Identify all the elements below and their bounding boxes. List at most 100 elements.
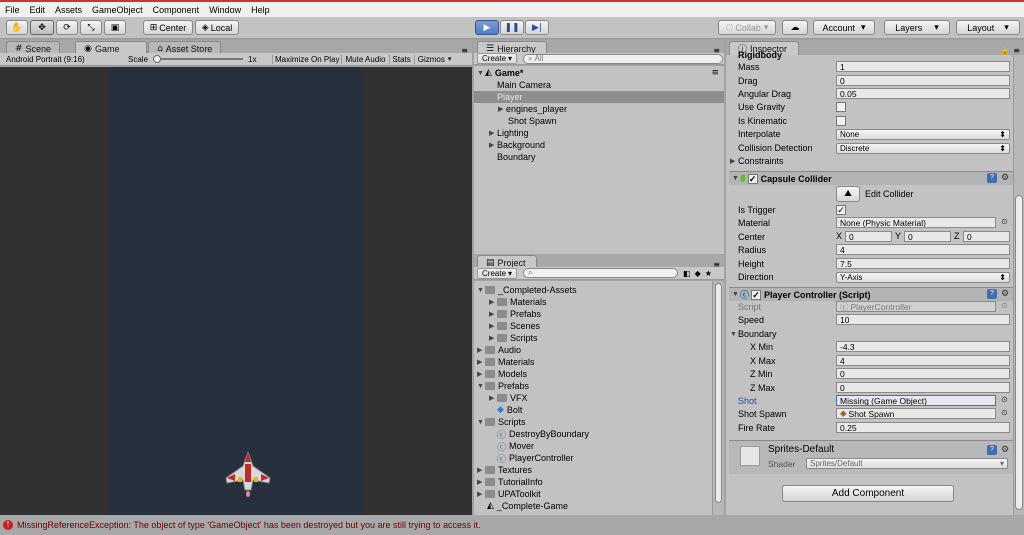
project-search-input[interactable]: ⌕ (523, 268, 679, 278)
layout-dropdown[interactable]: Layout ▾ (956, 20, 1020, 35)
project-folder-scripts-root[interactable]: ▼ Scripts (477, 416, 526, 428)
hierarchy-item-boundary[interactable]: Boundary (497, 151, 536, 163)
object-picker-icon[interactable]: ⊙ (1001, 217, 1008, 226)
hierarchy-item-engines-player[interactable]: ▶ engines_player (498, 103, 567, 115)
hierarchy-item-main-camera[interactable]: Main Camera (497, 79, 551, 91)
gizmos-dropdown[interactable]: Gizmos (413, 54, 448, 64)
project-folder-materials[interactable]: ▶ Materials (489, 296, 547, 308)
project-folder-vfx[interactable]: ▶ VFX (489, 392, 528, 404)
shader-dropdown[interactable]: Sprites/Default ▾ (806, 458, 1008, 469)
project-folder-audio[interactable]: ▶ Audio (477, 344, 521, 356)
object-picker-icon[interactable]: ⊙ (1001, 408, 1008, 417)
project-folder-scenes[interactable]: ▶ Scenes (489, 320, 540, 332)
menu-edit[interactable]: Edit (25, 5, 51, 15)
menu-help[interactable]: Help (246, 5, 275, 15)
project-folder-models[interactable]: ▶ Models (477, 368, 527, 380)
game-viewport[interactable] (0, 67, 472, 515)
status-bar[interactable]: ! MissingReferenceException: The object … (0, 515, 1024, 535)
project-scene-complete-game[interactable]: ◭ _Complete-Game (487, 500, 568, 512)
step-button[interactable]: ▶| (525, 20, 549, 35)
project-create-dropdown[interactable]: Create ▾ (477, 267, 518, 279)
pivot-center-button[interactable]: ⊞ Center (143, 20, 193, 35)
project-folder-tutorialinfo[interactable]: ▶ TutorialInfo (477, 476, 543, 488)
project-folder-textures[interactable]: ▶ Textures (477, 464, 532, 476)
add-component-button[interactable]: Add Component (782, 485, 954, 502)
hierarchy-item-player[interactable]: Player (474, 91, 724, 103)
project-script-mover[interactable]: ⓒ Mover (497, 440, 534, 453)
edit-collider-button[interactable]: ⛰ (836, 186, 860, 202)
zmin-field[interactable]: 0 (836, 368, 1010, 379)
filter-type-icon[interactable]: ◧ (683, 269, 691, 278)
is-kinematic-checkbox[interactable] (836, 116, 846, 126)
hierarchy-item-background[interactable]: ▶ Background (489, 139, 545, 151)
filter-label-icon[interactable]: ◆ (695, 269, 701, 278)
project-folder-prefabs-root[interactable]: ▼ Prefabs (477, 380, 529, 392)
menu-assets[interactable]: Assets (50, 5, 87, 15)
maximize-on-play-toggle[interactable]: Maximize On Play (272, 54, 341, 64)
pivot-local-button[interactable]: ◈ Local (195, 20, 239, 35)
xmin-field[interactable]: -4.3 (836, 341, 1010, 352)
constraints-foldout[interactable]: ▶ Constraints (730, 155, 784, 167)
pause-button[interactable]: ❚❚ (500, 20, 524, 35)
project-scrollbar[interactable] (712, 281, 724, 515)
lock-icon[interactable]: 🔒 (1000, 46, 1010, 55)
shot-spawn-field[interactable]: ◆ Shot Spawn (836, 408, 996, 419)
rotate-tool-button[interactable]: ⟳ (56, 20, 78, 35)
mass-field[interactable]: 1 (836, 61, 1010, 72)
collapse-arrow-icon[interactable]: ▶ (489, 129, 497, 137)
center-x-field[interactable]: 0 (845, 231, 892, 242)
rect-tool-button[interactable]: ▣ (104, 20, 126, 35)
zmax-field[interactable]: 0 (836, 382, 1010, 393)
project-folder-materials-root[interactable]: ▶ Materials (477, 356, 535, 368)
inspector-menu-icon[interactable]: ≡ (1013, 46, 1020, 55)
collapse-arrow-icon[interactable]: ▶ (498, 105, 506, 113)
center-y-field[interactable]: 0 (904, 231, 951, 242)
hierarchy-item-shot-spawn[interactable]: Shot Spawn (508, 115, 557, 127)
menu-window[interactable]: Window (204, 5, 246, 15)
inspector-scrollbar-thumb[interactable] (1015, 195, 1023, 510)
hierarchy-create-dropdown[interactable]: Create ▾ (477, 53, 518, 64)
hierarchy-item-lighting[interactable]: ▶ Lighting (489, 127, 529, 139)
gear-icon[interactable]: ⚙ (1001, 172, 1009, 183)
play-button[interactable]: ▶ (475, 20, 499, 35)
favorite-star-icon[interactable]: ★ (705, 269, 712, 278)
object-picker-icon[interactable]: ⊙ (1001, 395, 1008, 404)
capsule-collider-header[interactable]: ▼ ⬮ ✓ Capsule Collider (729, 171, 1013, 185)
project-script-playercontroller[interactable]: ⓒ PlayerController (497, 452, 574, 465)
collision-detection-dropdown[interactable]: Discrete ⬍ (836, 143, 1010, 154)
interpolate-dropdown[interactable]: None ⬍ (836, 129, 1010, 140)
direction-dropdown[interactable]: Y-Axis ⬍ (836, 272, 1010, 283)
scene-root-row[interactable]: ▼ ◭ Game* ≡ (477, 67, 723, 79)
hierarchy-search-input[interactable]: ⌕ All (523, 53, 724, 64)
project-script-destroybyboundary[interactable]: ⓒ DestroyByBoundary (497, 428, 589, 441)
player-controller-header[interactable]: ▼ ⓒ ✓ Player Controller (Script) (729, 287, 1013, 301)
scene-menu-icon[interactable]: ≡ (711, 68, 719, 78)
scale-slider[interactable] (153, 55, 244, 63)
drag-field[interactable]: 0 (836, 75, 1010, 86)
hand-tool-button[interactable]: ✋ (6, 20, 28, 35)
help-icon[interactable]: ? (987, 445, 997, 455)
collapse-arrow-icon[interactable]: ▶ (489, 141, 497, 149)
gear-icon[interactable]: ⚙ (1001, 444, 1009, 455)
radius-field[interactable]: 4 (836, 244, 1010, 255)
scale-slider-thumb[interactable] (153, 55, 162, 63)
inspector-scrollbar[interactable] (1013, 55, 1024, 515)
player-controller-enabled-checkbox[interactable]: ✓ (751, 289, 762, 300)
project-prefab-bolt[interactable]: ◆ Bolt (497, 404, 522, 416)
menu-file[interactable]: File (0, 5, 25, 15)
mute-audio-toggle[interactable]: Mute Audio (341, 54, 388, 64)
layers-dropdown[interactable]: Layers ▾ (884, 20, 950, 35)
project-scrollbar-thumb[interactable] (715, 283, 722, 503)
cloud-button[interactable]: ☁ (782, 20, 808, 35)
shot-field[interactable]: Missing (Game Object) (836, 395, 996, 406)
angular-drag-field[interactable]: 0.05 (836, 88, 1010, 99)
project-folder-scripts[interactable]: ▶ Scripts (489, 332, 538, 344)
fire-rate-field[interactable]: 0.25 (836, 422, 1010, 433)
help-icon[interactable]: ? (987, 289, 997, 299)
collab-button[interactable]: ◌ Collab ▾ (718, 20, 776, 35)
menu-component[interactable]: Component (148, 5, 205, 15)
use-gravity-checkbox[interactable] (836, 102, 846, 112)
account-dropdown[interactable]: Account ▾ (813, 20, 875, 35)
gear-icon[interactable]: ⚙ (1001, 288, 1009, 299)
center-z-field[interactable]: 0 (963, 231, 1010, 242)
